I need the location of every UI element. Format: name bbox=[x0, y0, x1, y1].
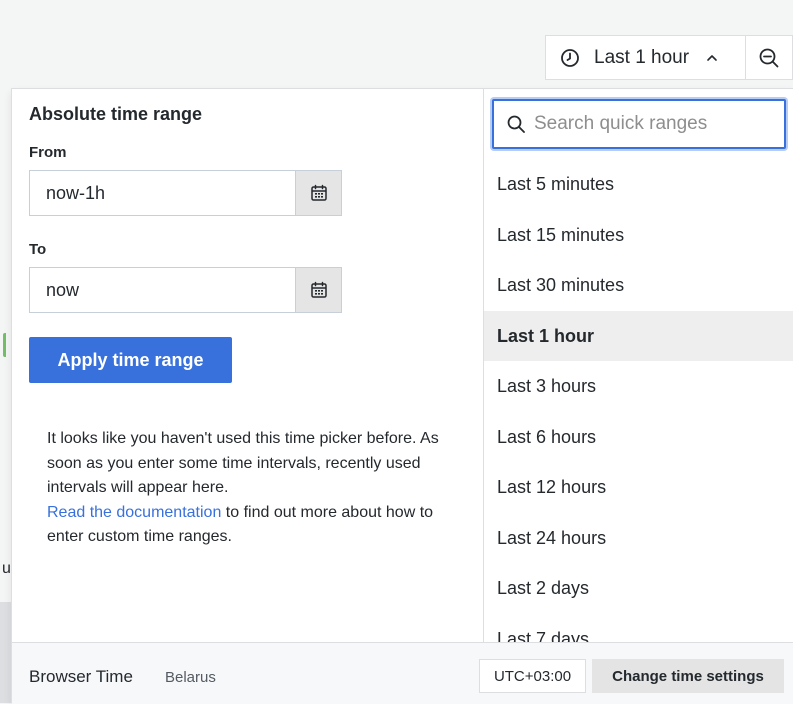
background-text-fragment: u bbox=[2, 560, 11, 577]
quick-ranges-list: Last 5 minutes Last 15 minutes Last 30 min… bbox=[484, 159, 793, 642]
clock-icon bbox=[561, 48, 579, 67]
from-label: From bbox=[29, 144, 67, 161]
from-field bbox=[29, 170, 342, 216]
recent-ranges-empty-message: It looks like you haven't used this time… bbox=[47, 427, 447, 550]
empty-message-text: It looks like you haven't used this time… bbox=[47, 430, 439, 496]
quick-range-item[interactable]: Last 2 days bbox=[484, 563, 793, 614]
quick-range-item[interactable]: Last 6 hours bbox=[484, 412, 793, 463]
zoom-out-icon bbox=[759, 48, 779, 67]
browser-time-location: Belarus bbox=[165, 669, 216, 686]
quick-range-item[interactable]: Last 12 hours bbox=[484, 462, 793, 513]
from-input[interactable] bbox=[30, 171, 295, 215]
absolute-range-title: Absolute time range bbox=[29, 104, 203, 124]
background-strip bbox=[0, 602, 11, 703]
absolute-range-section: Absolute time range From To bbox=[12, 89, 484, 642]
documentation-link[interactable]: Read the documentation bbox=[47, 504, 221, 521]
time-picker-popover: Absolute time range From To bbox=[11, 88, 793, 704]
browser-time-label: Browser Time bbox=[29, 667, 133, 686]
zoom-out-button[interactable] bbox=[745, 35, 793, 80]
background-panel-fragment bbox=[3, 333, 11, 357]
to-input[interactable] bbox=[30, 268, 295, 312]
calendar-icon bbox=[310, 281, 327, 298]
quick-range-item[interactable]: Last 1 hour bbox=[484, 310, 793, 361]
utc-offset-badge: UTC+03:00 bbox=[479, 659, 586, 693]
search-icon bbox=[507, 115, 525, 133]
quick-range-item[interactable]: Last 15 minutes bbox=[484, 210, 793, 261]
to-label: To bbox=[29, 241, 47, 258]
quick-range-item[interactable]: Last 24 hours bbox=[484, 513, 793, 564]
quick-ranges-section: Last 5 minutesLast 15 minutesLast 30 min… bbox=[484, 89, 793, 642]
quick-range-item[interactable]: Last 7 days bbox=[484, 614, 793, 643]
quick-range-item[interactable]: Last 30 minutes bbox=[484, 260, 793, 311]
change-time-settings-button[interactable]: Change time settings bbox=[592, 659, 784, 693]
quick-range-item[interactable]: Last 5 minutes bbox=[484, 159, 793, 210]
calendar-icon bbox=[310, 184, 327, 201]
to-field bbox=[29, 267, 342, 313]
quick-range-item[interactable]: Last 3 hours bbox=[484, 361, 793, 412]
time-range-picker-button[interactable]: Last 1 hour bbox=[545, 35, 745, 80]
apply-time-range-button[interactable]: Apply time range bbox=[29, 337, 232, 383]
chevron-up-icon bbox=[707, 54, 717, 61]
dashboard-toolbar: Last 1 hour bbox=[0, 0, 793, 88]
time-settings-footer: Browser Time Belarus UTC+03:00 Change ti… bbox=[12, 642, 793, 704]
quick-ranges-search-input[interactable] bbox=[532, 109, 784, 139]
time-range-label: Last 1 hour bbox=[594, 46, 690, 68]
to-calendar-button[interactable] bbox=[295, 268, 341, 312]
quick-ranges-search bbox=[492, 99, 786, 149]
from-calendar-button[interactable] bbox=[295, 171, 341, 215]
